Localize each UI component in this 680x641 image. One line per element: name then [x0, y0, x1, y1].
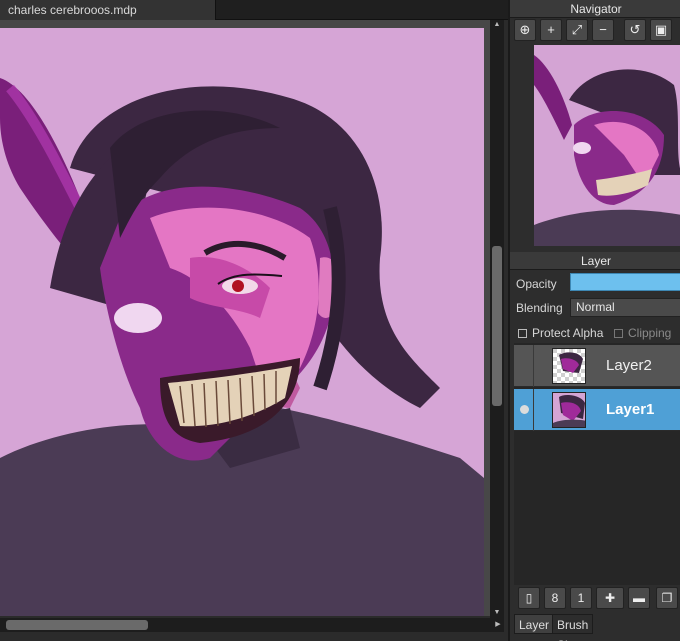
- scroll-up-icon[interactable]: ▲: [490, 20, 504, 30]
- drawing-canvas[interactable]: [0, 20, 490, 616]
- document-tab-title: charles cerebrooos.mdp: [8, 3, 137, 17]
- zoom-out-icon[interactable]: −: [592, 19, 614, 41]
- navigator-thumbnail: [534, 45, 680, 246]
- artwork: [0, 28, 484, 616]
- clipping-checkbox[interactable]: [614, 329, 623, 338]
- vertical-scroll-thumb[interactable]: [492, 246, 502, 406]
- navigator-title: Navigator: [510, 0, 680, 18]
- right-panel: Navigator ⊕ + ⤢ − ↺ ▣ Layer Opacity Blen…: [508, 0, 680, 641]
- protect-alpha-label: Protect Alpha: [532, 326, 604, 340]
- rotate-reset-icon[interactable]: ↺: [624, 19, 646, 41]
- add-layer-menu-icon[interactable]: ✚: [596, 587, 624, 609]
- clipping-label: Clipping: [628, 326, 672, 340]
- layer-panel-title: Layer: [510, 252, 680, 270]
- status-strip: [0, 632, 508, 641]
- layer-thumbnail: [552, 348, 586, 384]
- layer-item-layer1[interactable]: Layer1: [514, 389, 680, 431]
- zoom-in-icon[interactable]: +: [540, 19, 562, 41]
- layer-name: Layer2: [606, 357, 652, 374]
- visible-eye-icon: [520, 405, 529, 414]
- new-layer-icon[interactable]: ▯: [518, 587, 540, 609]
- blending-select[interactable]: Normal: [570, 298, 680, 317]
- canvas-horizontal-scrollbar[interactable]: ▶: [0, 618, 504, 632]
- new-8bit-layer-icon[interactable]: 8: [544, 587, 566, 609]
- zoom-actual-icon[interactable]: ⊕: [514, 19, 536, 41]
- layer-visibility-toggle[interactable]: [514, 389, 534, 431]
- protect-alpha-checkbox[interactable]: [518, 329, 527, 338]
- scroll-right-icon[interactable]: ▶: [492, 618, 504, 632]
- fullscreen-icon[interactable]: ▣: [650, 19, 672, 41]
- layer-name: Layer1: [606, 401, 655, 418]
- opacity-label: Opacity: [516, 277, 557, 291]
- canvas-vertical-scrollbar[interactable]: ▲ ▼: [490, 20, 504, 618]
- fit-screen-icon[interactable]: ⤢: [566, 19, 588, 41]
- new-folder-icon[interactable]: ▬: [628, 587, 650, 609]
- tab-layer[interactable]: Layer: [514, 614, 555, 634]
- layer-item-layer2[interactable]: Layer2: [514, 345, 680, 387]
- document-tab-bar: charles cerebrooos.mdp: [0, 0, 508, 20]
- layer-thumbnail: [552, 392, 586, 428]
- navigator-preview[interactable]: [534, 45, 680, 246]
- duplicate-layer-icon[interactable]: ❐: [656, 587, 678, 609]
- new-1bit-layer-icon[interactable]: 1: [570, 587, 592, 609]
- blending-label: Blending: [516, 301, 563, 315]
- scroll-down-icon[interactable]: ▼: [490, 608, 504, 618]
- layer-visibility-toggle[interactable]: [514, 345, 534, 387]
- opacity-slider[interactable]: [570, 273, 680, 291]
- tab-brush-size[interactable]: Brush Size: [552, 614, 594, 641]
- document-tab[interactable]: charles cerebrooos.mdp: [0, 0, 216, 20]
- horizontal-scroll-thumb[interactable]: [6, 620, 148, 630]
- layers-list: Layer2 Layer1: [514, 343, 680, 585]
